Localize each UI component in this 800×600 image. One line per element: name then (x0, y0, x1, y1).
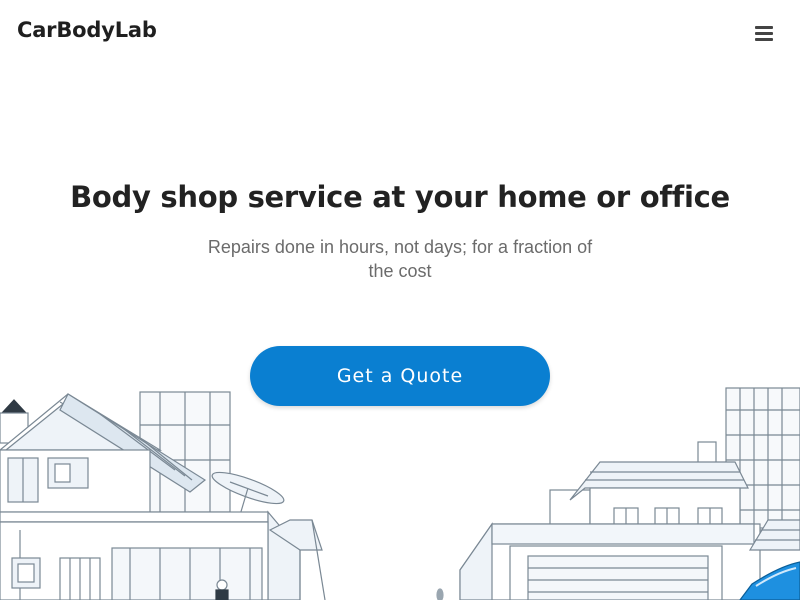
brand-logo[interactable]: CarBodyLab (17, 18, 157, 42)
hamburger-menu-icon[interactable] (754, 24, 774, 42)
neighborhood-illustration (0, 387, 800, 600)
get-a-quote-button[interactable]: Get a Quote (250, 346, 550, 406)
hero-title: Body shop service at your home or office (70, 180, 730, 214)
site-header: CarBodyLab (0, 0, 800, 66)
hero-subtitle: Repairs done in hours, not days; for a f… (207, 237, 593, 281)
